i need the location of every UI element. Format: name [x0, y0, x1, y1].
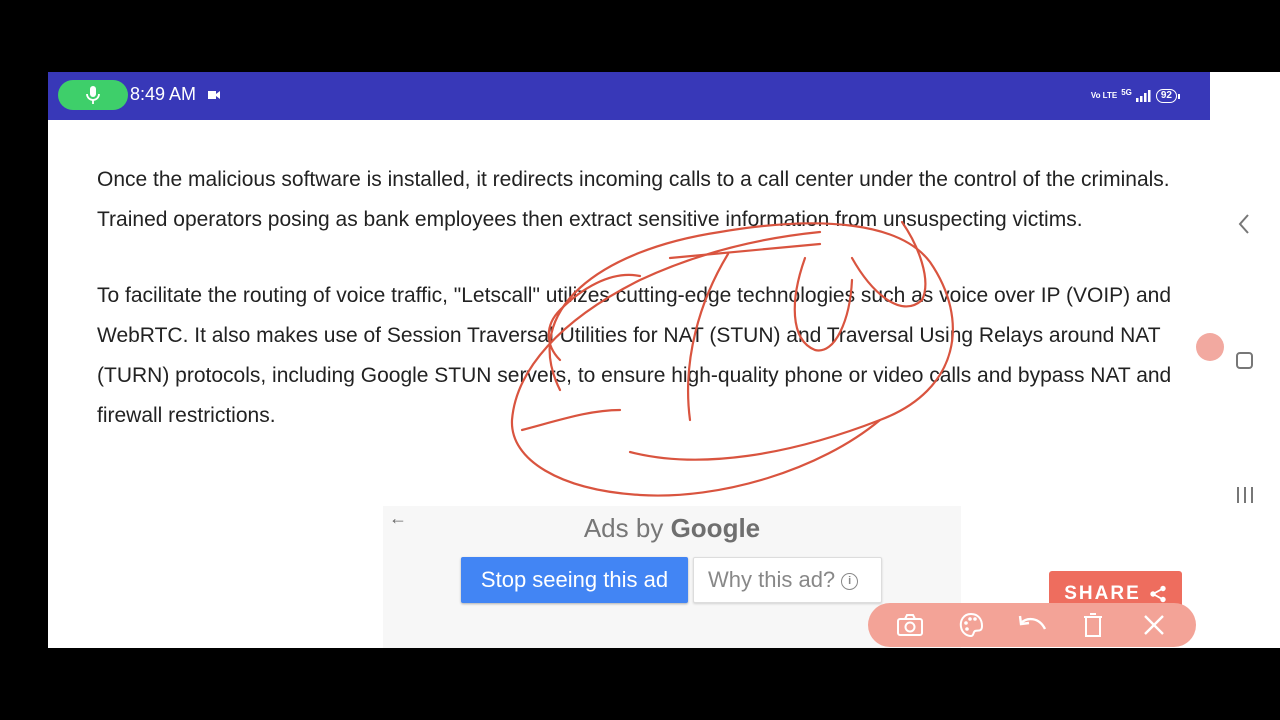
stop-seeing-ad-button[interactable]: Stop seeing this ad	[461, 557, 688, 603]
mic-icon	[86, 86, 100, 104]
share-label: SHARE	[1064, 583, 1141, 604]
close-button[interactable]	[1138, 609, 1170, 641]
delete-button[interactable]	[1077, 609, 1109, 641]
undo-icon	[1018, 615, 1047, 630]
undo-button[interactable]	[1016, 609, 1048, 641]
back-chevron-icon[interactable]	[1235, 212, 1253, 236]
video-camera-icon	[208, 91, 220, 99]
network-5g-label: 5G	[1121, 87, 1132, 97]
ads-by-google-label: Ads by Google	[383, 513, 961, 544]
why-this-ad-button[interactable]: Why this ad? i	[693, 557, 882, 603]
signal-icon	[1135, 90, 1151, 102]
article-paragraph: Once the malicious software is installed…	[97, 168, 1170, 231]
floating-edge-handle[interactable]	[1196, 333, 1224, 361]
battery-level: 92	[1155, 89, 1177, 103]
home-square-icon[interactable]	[1235, 351, 1255, 371]
trash-icon	[1083, 613, 1102, 637]
status-bar: 8:49 AM Vo LTE 5G 92	[48, 72, 1210, 120]
color-picker-button[interactable]	[955, 609, 987, 641]
screen-draw-toolbar	[868, 603, 1196, 647]
article-paragraph: To facilitate the routing of voice traff…	[97, 284, 1172, 427]
why-this-ad-label: Why this ad?	[708, 567, 836, 592]
close-icon	[1143, 615, 1164, 635]
share-icon	[1150, 585, 1166, 603]
battery-indicator: 92	[1155, 89, 1180, 103]
recent-apps-icon[interactable]	[1235, 486, 1255, 504]
navigation-bar	[1210, 72, 1280, 648]
google-logo-text: Google	[670, 513, 761, 543]
screenshot-button[interactable]	[894, 609, 926, 641]
article-body: Once the malicious software is installed…	[97, 160, 1177, 472]
palette-icon	[960, 612, 984, 638]
mic-indicator[interactable]	[58, 80, 128, 110]
system-indicators: Vo LTE 5G 92	[1091, 84, 1180, 108]
info-icon: i	[841, 572, 859, 590]
battery-nub	[1178, 93, 1180, 99]
clock: 8:49 AM	[130, 84, 197, 104]
phone-screen: 8:49 AM Vo LTE 5G 92 Once the malicious …	[48, 72, 1210, 648]
volte-label: Vo LTE	[1090, 91, 1118, 100]
ads-by-text: Ads by	[583, 513, 664, 543]
camera-icon	[897, 614, 924, 636]
